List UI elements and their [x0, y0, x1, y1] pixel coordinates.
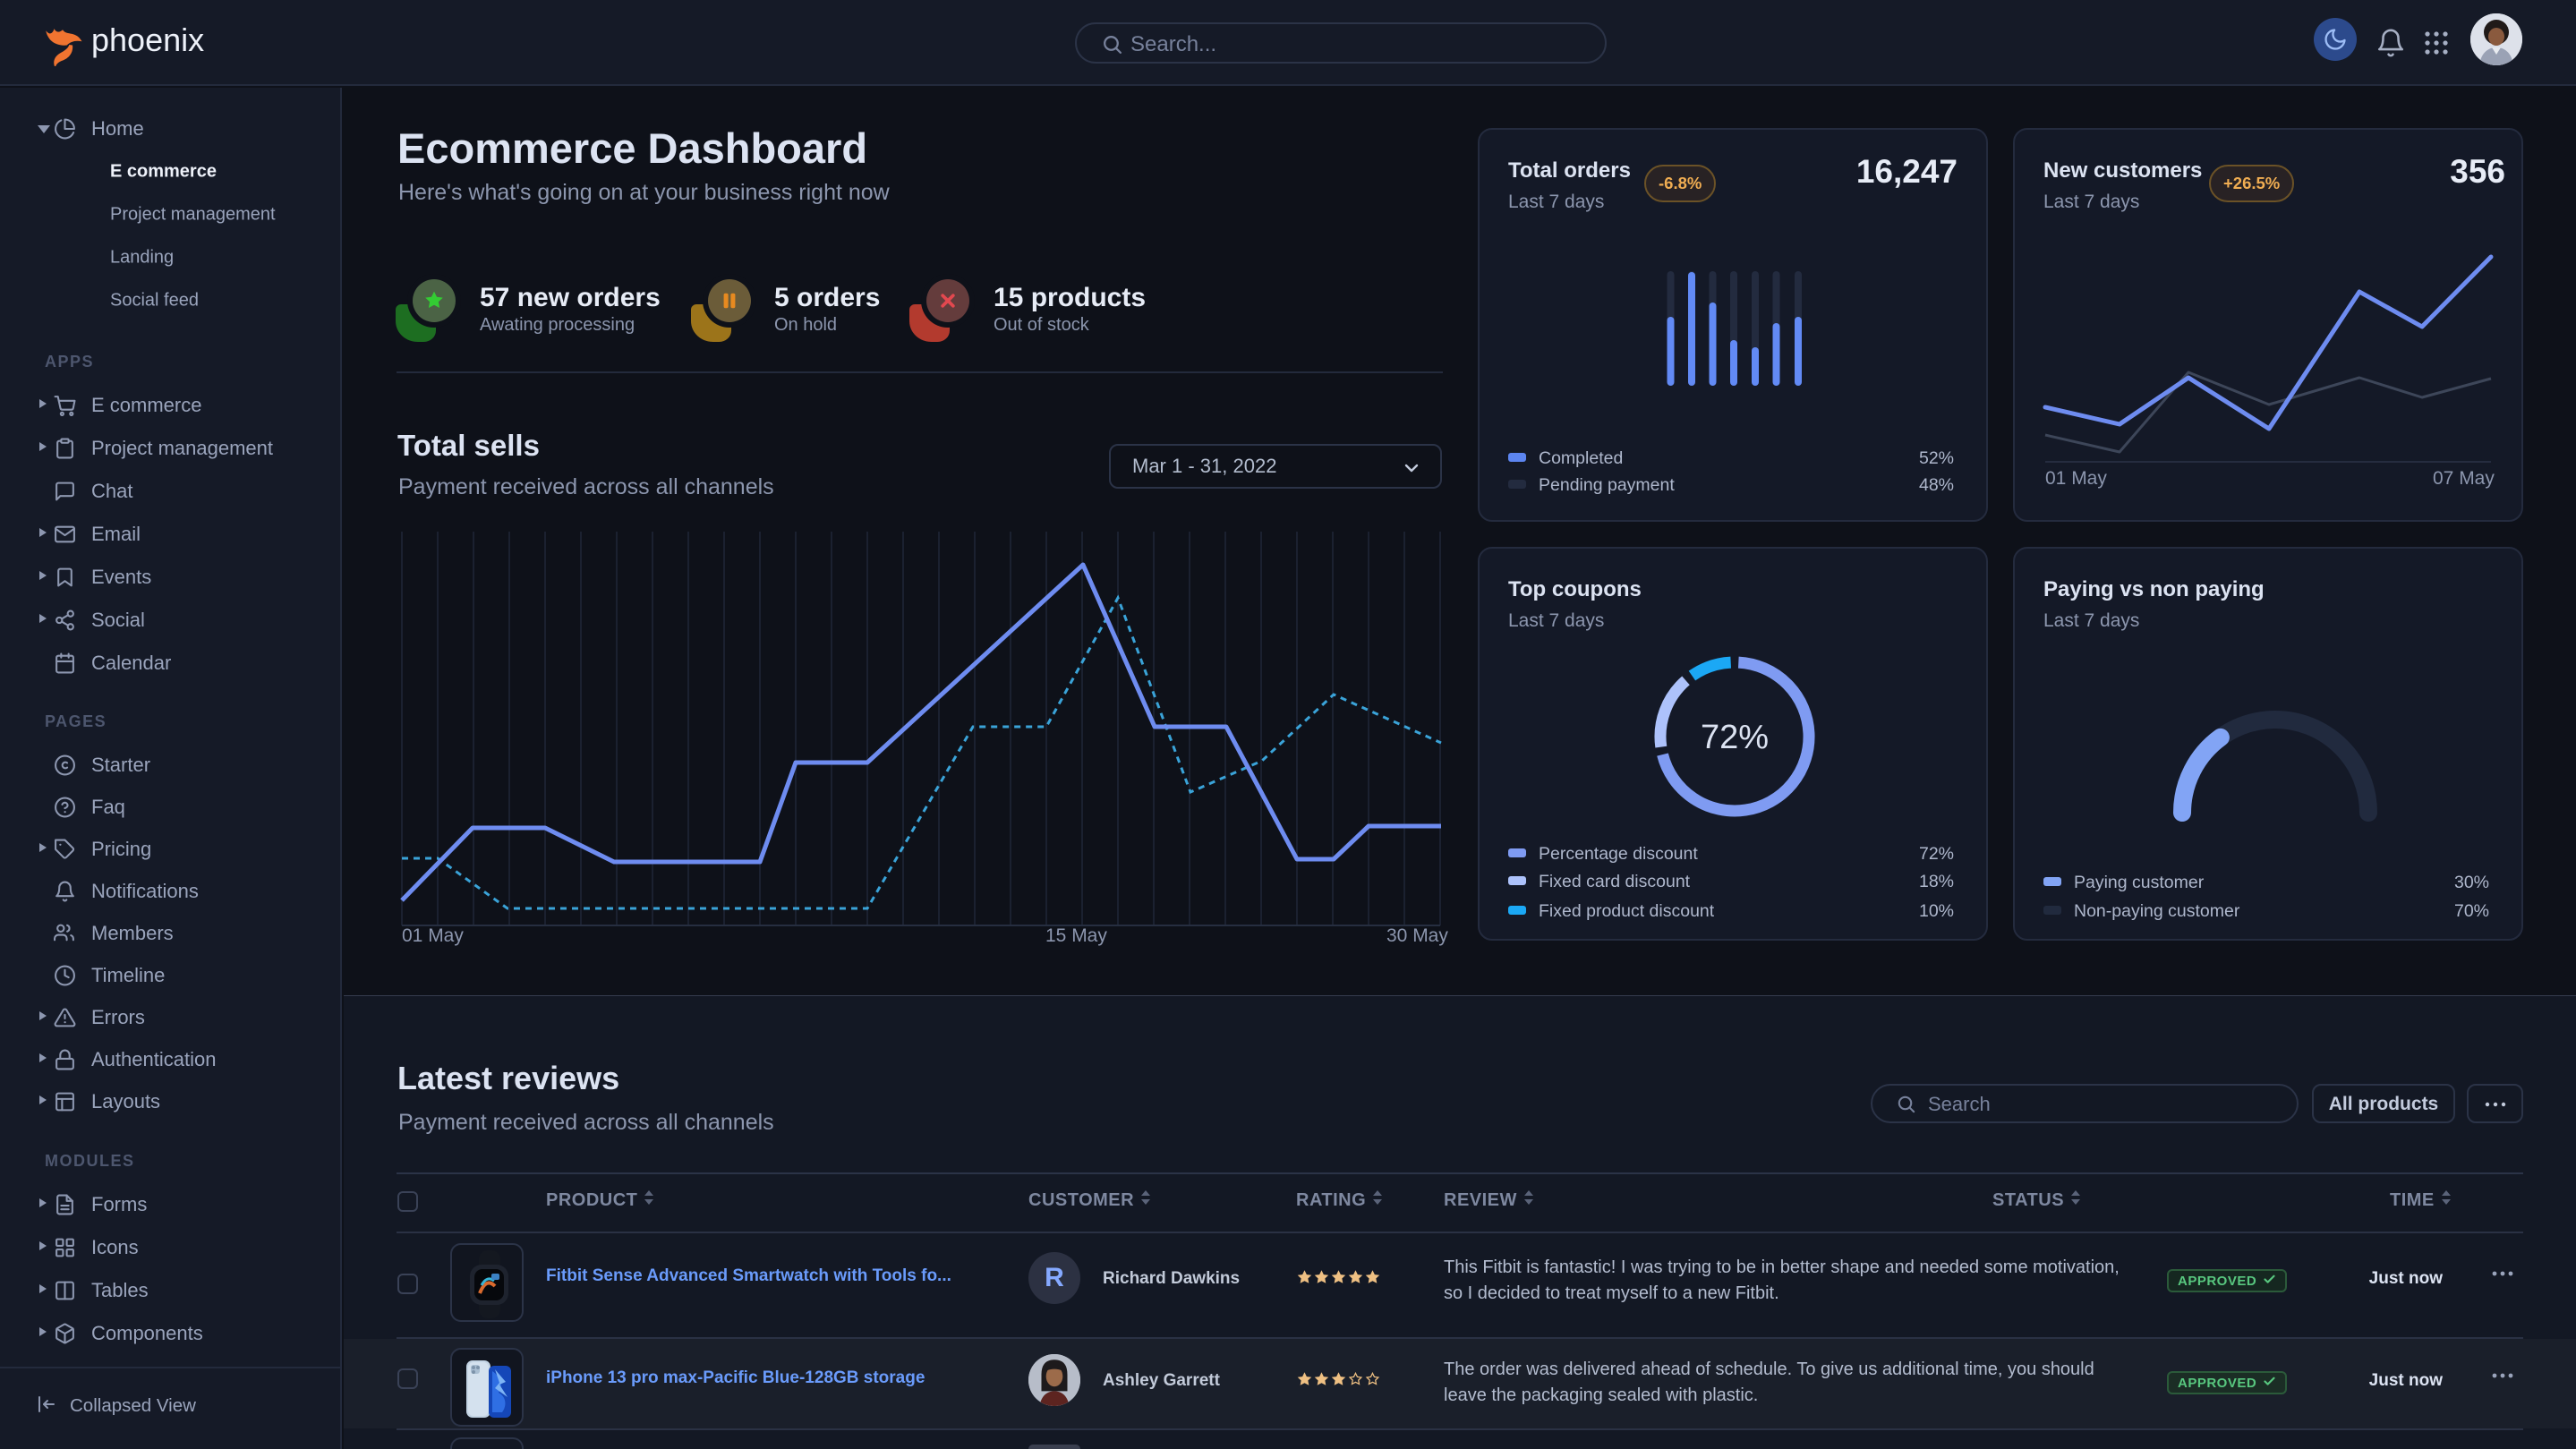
svg-text:72%: 72%: [1701, 719, 1769, 756]
